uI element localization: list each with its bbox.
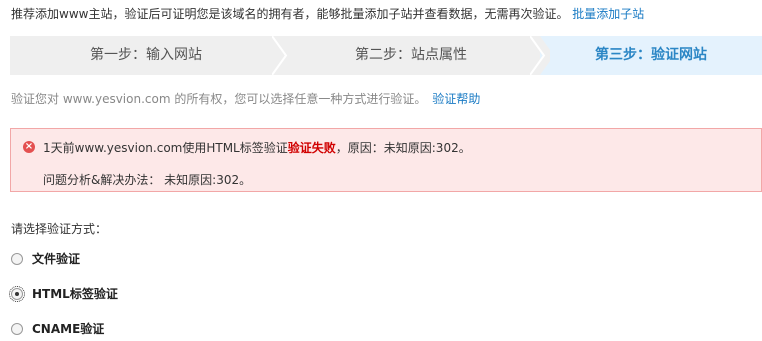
step-2: 第二步：站点属性 — [282, 36, 540, 75]
verify-text: 验证您对 www.yesvion.com 的所有权，您可以选择任意一种方式进行验… — [11, 92, 427, 106]
radio-file[interactable] — [11, 252, 23, 265]
option-file-verify[interactable]: 文件验证 — [11, 250, 80, 267]
option-html-verify[interactable]: HTML标签验证 — [9, 285, 118, 302]
intro-message: 推荐添加www主站，验证后可证明您是该域名的拥有者，能够批量添加子站并查看数据，… — [11, 7, 569, 21]
verify-help-link[interactable]: 验证帮助 — [432, 92, 480, 106]
radio-html[interactable] — [9, 285, 25, 302]
verify-instruction: 验证您对 www.yesvion.com 的所有权，您可以选择任意一种方式进行验… — [11, 90, 480, 107]
option-cname-verify[interactable]: CNAME验证 — [11, 320, 104, 337]
error-prefix: 1天前www.yesvion.com使用HTML标签验证 — [43, 141, 288, 155]
error-message: 1天前www.yesvion.com使用HTML标签验证验证失败，原因：未知原因… — [43, 139, 471, 156]
option-cname-label: CNAME验证 — [32, 322, 105, 336]
error-analysis: 问题分析&解决办法： 未知原因:302。 — [43, 173, 252, 187]
radio-cname[interactable] — [11, 322, 23, 335]
intro-text: 推荐添加www主站，验证后可证明您是该域名的拥有者，能够批量添加子站并查看数据，… — [11, 5, 644, 22]
batch-add-subsite-link[interactable]: 批量添加子站 — [572, 7, 644, 21]
step-divider-arrow — [530, 36, 550, 75]
error-fail-label: 验证失败 — [287, 141, 336, 155]
step-divider-arrow — [272, 36, 288, 75]
error-icon: × — [23, 141, 35, 153]
step-progress: 第一步：输入网站 第二步：站点属性 第三步：验证网站 — [10, 36, 762, 75]
method-prompt: 请选择验证方式： — [11, 222, 108, 236]
error-suffix: ，原因：未知原因:302。 — [335, 141, 471, 155]
error-alert: × 1天前www.yesvion.com使用HTML标签验证验证失败，原因：未知… — [10, 128, 762, 192]
step-3-active: 第三步：验证网站 — [540, 36, 762, 75]
option-html-label: HTML标签验证 — [32, 287, 118, 301]
step-1: 第一步：输入网站 — [10, 36, 282, 75]
option-file-label: 文件验证 — [32, 252, 81, 266]
